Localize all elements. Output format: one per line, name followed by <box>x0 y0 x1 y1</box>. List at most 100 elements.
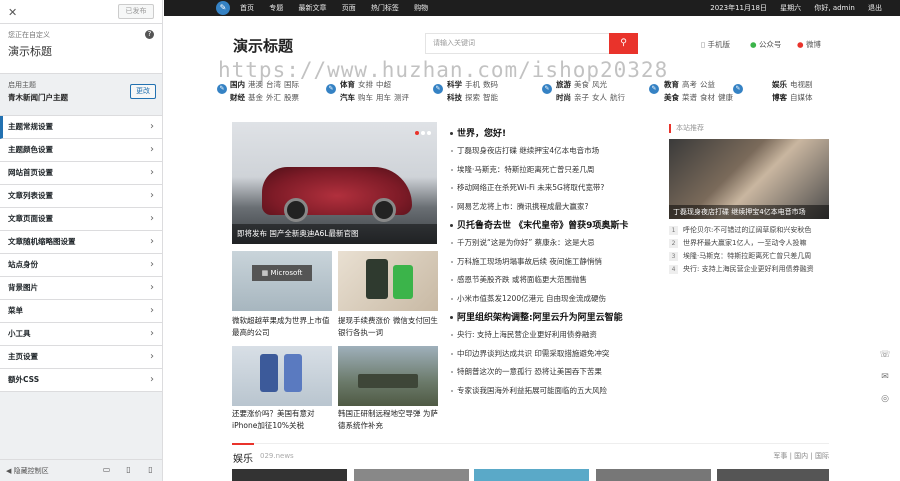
recommend-image-caption[interactable]: 丁磊现身夜店打碟 继续押宝4亿本电音市场 <box>669 205 829 219</box>
help-icon[interactable]: ? <box>145 30 154 39</box>
subcategory-link[interactable]: 亲子 <box>574 93 589 102</box>
section-tabs[interactable]: 军事 | 国内 | 国际 <box>773 451 829 461</box>
subcategory-link[interactable]: 菜谱 <box>682 93 697 102</box>
subcategory-link[interactable]: 航行 <box>610 93 625 102</box>
wechat-icon[interactable]: ✉ <box>876 368 894 386</box>
nav-item-topics[interactable]: 专题 <box>269 4 283 12</box>
weibo-link[interactable]: ● 微博 <box>797 39 821 50</box>
section-thumb[interactable] <box>596 469 711 481</box>
menu-item-site-identity[interactable]: 站点身份 › <box>0 254 162 277</box>
subcategory-link[interactable]: 电视剧 <box>790 80 813 89</box>
news-item[interactable]: 千万别说“这是为你好” 蔡康永：这是大忌 <box>450 234 650 253</box>
nav-item-pages[interactable]: 页面 <box>342 4 356 12</box>
search-input[interactable]: 请输入关键词 <box>425 33 610 54</box>
subcategory-link[interactable]: 健康 <box>718 93 733 102</box>
recommend-item[interactable]: 1 呼伦贝尔:不可错过的辽阔草原和兴安秋色 <box>669 224 829 237</box>
weibo-icon[interactable]: ◎ <box>876 390 894 408</box>
subcategory-link[interactable]: 女人 <box>592 93 607 102</box>
category-link[interactable]: 时尚 <box>556 93 571 102</box>
news-headline[interactable]: 贝托鲁奇去世 《末代皇帝》曾获9项奥斯卡 <box>450 218 650 234</box>
edit-shortcut-icon[interactable]: ✎ <box>216 1 230 15</box>
menu-item-random-thumb[interactable]: 文章随机缩略图设置 › <box>0 231 162 254</box>
publish-button[interactable]: 已发布 <box>118 4 154 19</box>
news-item[interactable]: 专家谈我国海外利益拓展可能面临的五大风险 <box>450 382 650 401</box>
category-link[interactable]: 博客 <box>772 93 787 102</box>
news-headline[interactable]: 阿里组织架构调整:阿里云升为阿里云智能 <box>450 310 650 326</box>
menu-item-general[interactable]: 主题常规设置 › <box>0 116 162 139</box>
recommend-image[interactable]: 丁磊现身夜店打碟 继续押宝4亿本电音市场 <box>669 139 829 219</box>
site-logo[interactable]: 演示标题 <box>233 35 293 56</box>
slider-dots[interactable] <box>413 128 431 138</box>
menu-item-article-page[interactable]: 文章页面设置 › <box>0 208 162 231</box>
news-headline[interactable]: 世界，您好! <box>450 126 650 142</box>
news-item[interactable]: 万科施工现场坍塌事故后续 夜间施工静悄悄 <box>450 253 650 272</box>
section-title[interactable]: 娱乐 <box>233 450 253 465</box>
section-thumb[interactable] <box>354 469 469 481</box>
thumb-image-iphone[interactable] <box>232 346 332 406</box>
section-thumb[interactable] <box>717 469 829 481</box>
news-item[interactable]: 丁磊现身夜店打碟 继续押宝4亿本电音市场 <box>450 142 650 161</box>
section-thumb[interactable] <box>232 469 347 481</box>
thumb-image-missile[interactable] <box>338 346 438 406</box>
menu-item-homepage[interactable]: 网站首页设置 › <box>0 162 162 185</box>
menu-item-article-list[interactable]: 文章列表设置 › <box>0 185 162 208</box>
subcategory-link[interactable]: 探索 <box>465 93 480 102</box>
menu-item-menus[interactable]: 菜单 › <box>0 300 162 323</box>
subcategory-link[interactable]: 基金 <box>248 93 263 102</box>
category-link[interactable]: 科技 <box>447 93 462 102</box>
thumb-caption[interactable]: 还要涨价吗？美国有意对iPhone加征10%关税 <box>232 408 332 432</box>
category-link[interactable]: 美食 <box>664 93 679 102</box>
phone-icon[interactable]: ☏ <box>876 346 894 364</box>
menu-item-widgets[interactable]: 小工具 › <box>0 323 162 346</box>
news-item[interactable]: 感恩节美股齐跌 或将面临更大范围抛售 <box>450 271 650 290</box>
close-icon[interactable]: ✕ <box>8 6 17 19</box>
menu-item-colors[interactable]: 主题颜色设置 › <box>0 139 162 162</box>
subcategory-link[interactable]: 测评 <box>394 93 409 102</box>
edit-shortcut-icon[interactable]: ✎ <box>325 83 337 95</box>
subcategory-link[interactable]: 食材 <box>700 93 715 102</box>
edit-shortcut-icon[interactable]: ✎ <box>541 83 553 95</box>
subcategory-link[interactable]: 用车 <box>376 93 391 102</box>
edit-shortcut-icon[interactable]: ✎ <box>432 83 444 95</box>
thumb-caption[interactable]: 提现手续费涨价 微信支付回生银行各执一词 <box>338 315 438 339</box>
mobile-preview-icon[interactable]: ▯ <box>146 465 155 475</box>
nav-item-tags[interactable]: 热门标签 <box>371 4 399 12</box>
user-greeting[interactable]: 你好, admin <box>814 4 854 12</box>
recommend-item[interactable]: 3 埃隆·马斯克：特斯拉距离死亡曾只差几周 <box>669 250 829 263</box>
subcategory-link[interactable]: 外汇 <box>266 93 281 102</box>
category-link[interactable]: 娱乐 <box>772 80 787 89</box>
thumb-caption[interactable]: 韩国正研制远程地空导弹 为萨德系统作补充 <box>338 408 438 432</box>
nav-item-shop[interactable]: 购物 <box>414 4 428 12</box>
thumb-image-microsoft[interactable]: ▦ Microsoft <box>232 251 332 311</box>
news-item[interactable]: 埃隆·马斯克：特斯拉距离死亡曾只差几周 <box>450 161 650 180</box>
mobile-link[interactable]: ▯ 手机版 <box>701 39 730 50</box>
subcategory-link[interactable]: 自媒体 <box>790 93 813 102</box>
thumb-image-wechat-pay[interactable] <box>338 251 438 311</box>
desktop-preview-icon[interactable]: ▭ <box>102 465 111 475</box>
subcategory-link[interactable]: 股票 <box>284 93 299 102</box>
thumb-caption[interactable]: 微软超越苹果成为世界上市值最高的公司 <box>232 315 332 339</box>
news-item[interactable]: 小米市值蒸发1200亿港元 自由现金流成硬伤 <box>450 290 650 309</box>
news-item[interactable]: 央行: 支持上海民营企业更好利用债券融资 <box>450 326 650 345</box>
subcategory-link[interactable]: 高考 <box>682 80 697 89</box>
edit-shortcut-icon[interactable]: ✎ <box>648 83 660 95</box>
subcategory-link[interactable]: 公益 <box>700 80 715 89</box>
news-item[interactable]: 中印边界谈判达成共识 印需采取措施避免冲突 <box>450 345 650 364</box>
subcategory-link[interactable]: 购车 <box>358 93 373 102</box>
edit-shortcut-icon[interactable]: ✎ <box>216 83 228 95</box>
logout-link[interactable]: 退出 <box>868 4 882 12</box>
news-item[interactable]: 网易艺龙将上市：腾讯携程成最大赢家? <box>450 198 650 217</box>
edit-shortcut-icon[interactable]: ✎ <box>732 83 744 95</box>
category-link[interactable]: 汽车 <box>340 93 355 102</box>
nav-item-latest[interactable]: 最新文章 <box>298 4 326 12</box>
menu-item-homepage-settings[interactable]: 主页设置 › <box>0 346 162 369</box>
category-link[interactable]: 财经 <box>230 93 245 102</box>
news-item[interactable]: 移动网络正在杀死Wi-Fi 未来5G将取代宽带? <box>450 179 650 198</box>
news-item[interactable]: 特朗普这次的一意孤行 恐将让美国吞下苦果 <box>450 363 650 382</box>
featured-slider[interactable]: 即将发布 国产全新奥迪A6L最新官图 <box>232 122 437 244</box>
change-theme-button[interactable]: 更改 <box>130 84 156 99</box>
featured-caption[interactable]: 即将发布 国产全新奥迪A6L最新官图 <box>232 224 437 244</box>
recommend-item[interactable]: 2 世界杯最大赢家1亿人，一至动令人投嘛 <box>669 237 829 250</box>
wechat-link[interactable]: ● 公众号 <box>750 39 781 50</box>
menu-item-background[interactable]: 背景图片 › <box>0 277 162 300</box>
